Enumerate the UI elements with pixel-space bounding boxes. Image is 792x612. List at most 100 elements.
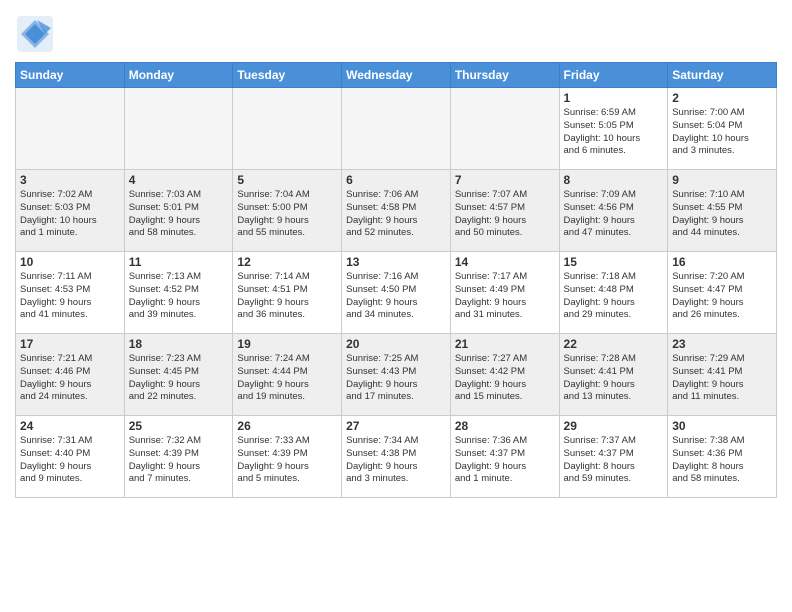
- day-number: 21: [455, 337, 555, 351]
- calendar-cell: [450, 88, 559, 170]
- calendar-cell: 13 Sunrise: 7:16 AM Sunset: 4:50 PM Dayli…: [342, 252, 451, 334]
- calendar-cell: 25 Sunrise: 7:32 AM Sunset: 4:39 PM Dayli…: [124, 416, 233, 498]
- calendar-cell: 15 Sunrise: 7:18 AM Sunset: 4:48 PM Dayli…: [559, 252, 668, 334]
- day-info: Sunrise: 7:29 AM Sunset: 4:41 PM Dayligh…: [672, 353, 772, 404]
- calendar-week-0: 1 Sunrise: 6:59 AM Sunset: 5:05 PM Daylig…: [16, 88, 777, 170]
- day-number: 28: [455, 419, 555, 433]
- day-number: 26: [237, 419, 337, 433]
- calendar-cell: 5 Sunrise: 7:04 AM Sunset: 5:00 PM Daylig…: [233, 170, 342, 252]
- calendar-cell: 27 Sunrise: 7:34 AM Sunset: 4:38 PM Dayli…: [342, 416, 451, 498]
- logo: [15, 14, 55, 54]
- day-info: Sunrise: 7:28 AM Sunset: 4:41 PM Dayligh…: [564, 353, 664, 404]
- day-info: Sunrise: 7:34 AM Sunset: 4:38 PM Dayligh…: [346, 435, 446, 486]
- day-number: 14: [455, 255, 555, 269]
- calendar-cell: 10 Sunrise: 7:11 AM Sunset: 4:53 PM Dayli…: [16, 252, 125, 334]
- day-number: 29: [564, 419, 664, 433]
- day-number: 19: [237, 337, 337, 351]
- calendar-cell: 24Sunrise: 7:31 AM Sunset: 4:40 PM Dayli…: [16, 416, 125, 498]
- day-info: Sunrise: 7:38 AM Sunset: 4:36 PM Dayligh…: [672, 435, 772, 486]
- day-info: Sunrise: 6:59 AM Sunset: 5:05 PM Dayligh…: [564, 107, 664, 158]
- calendar-cell: 16Sunrise: 7:20 AM Sunset: 4:47 PM Dayli…: [668, 252, 777, 334]
- day-info: Sunrise: 7:27 AM Sunset: 4:42 PM Dayligh…: [455, 353, 555, 404]
- calendar-week-3: 17 Sunrise: 7:21 AM Sunset: 4:46 PM Dayli…: [16, 334, 777, 416]
- header-saturday: Saturday: [668, 63, 777, 88]
- header-monday: Monday: [124, 63, 233, 88]
- calendar-cell: [342, 88, 451, 170]
- logo-icon: [15, 14, 55, 54]
- calendar-cell: 29 Sunrise: 7:37 AM Sunset: 4:37 PM Dayli…: [559, 416, 668, 498]
- calendar-week-4: 24Sunrise: 7:31 AM Sunset: 4:40 PM Dayli…: [16, 416, 777, 498]
- calendar-cell: 7Sunrise: 7:07 AM Sunset: 4:57 PM Daylig…: [450, 170, 559, 252]
- day-info: Sunrise: 7:33 AM Sunset: 4:39 PM Dayligh…: [237, 435, 337, 486]
- day-info: Sunrise: 7:06 AM Sunset: 4:58 PM Dayligh…: [346, 189, 446, 240]
- calendar-cell: 17 Sunrise: 7:21 AM Sunset: 4:46 PM Dayli…: [16, 334, 125, 416]
- calendar-week-1: 3Sunrise: 7:02 AM Sunset: 5:03 PM Daylig…: [16, 170, 777, 252]
- day-number: 24: [20, 419, 120, 433]
- calendar-cell: 9 Sunrise: 7:10 AM Sunset: 4:55 PM Daylig…: [668, 170, 777, 252]
- day-info: Sunrise: 7:04 AM Sunset: 5:00 PM Dayligh…: [237, 189, 337, 240]
- day-number: 13: [346, 255, 446, 269]
- day-number: 20: [346, 337, 446, 351]
- day-number: 17: [20, 337, 120, 351]
- page-container: SundayMondayTuesdayWednesdayThursdayFrid…: [0, 0, 792, 508]
- day-info: Sunrise: 7:23 AM Sunset: 4:45 PM Dayligh…: [129, 353, 229, 404]
- day-info: Sunrise: 7:00 AM Sunset: 5:04 PM Dayligh…: [672, 107, 772, 158]
- calendar-cell: 30 Sunrise: 7:38 AM Sunset: 4:36 PM Dayli…: [668, 416, 777, 498]
- calendar-cell: 23 Sunrise: 7:29 AM Sunset: 4:41 PM Dayli…: [668, 334, 777, 416]
- day-info: Sunrise: 7:32 AM Sunset: 4:39 PM Dayligh…: [129, 435, 229, 486]
- day-number: 10: [20, 255, 120, 269]
- day-number: 15: [564, 255, 664, 269]
- day-number: 27: [346, 419, 446, 433]
- day-number: 9: [672, 173, 772, 187]
- calendar-cell: 4Sunrise: 7:03 AM Sunset: 5:01 PM Daylig…: [124, 170, 233, 252]
- day-info: Sunrise: 7:17 AM Sunset: 4:49 PM Dayligh…: [455, 271, 555, 322]
- day-number: 4: [129, 173, 229, 187]
- calendar-cell: [124, 88, 233, 170]
- header-tuesday: Tuesday: [233, 63, 342, 88]
- calendar-cell: 20 Sunrise: 7:25 AM Sunset: 4:43 PM Dayli…: [342, 334, 451, 416]
- day-number: 5: [237, 173, 337, 187]
- day-number: 30: [672, 419, 772, 433]
- calendar-cell: 11Sunrise: 7:13 AM Sunset: 4:52 PM Dayli…: [124, 252, 233, 334]
- day-number: 8: [564, 173, 664, 187]
- calendar-cell: 3Sunrise: 7:02 AM Sunset: 5:03 PM Daylig…: [16, 170, 125, 252]
- calendar-header-row: SundayMondayTuesdayWednesdayThursdayFrid…: [16, 63, 777, 88]
- day-number: 11: [129, 255, 229, 269]
- header-thursday: Thursday: [450, 63, 559, 88]
- day-number: 25: [129, 419, 229, 433]
- day-number: 6: [346, 173, 446, 187]
- calendar-cell: 21 Sunrise: 7:27 AM Sunset: 4:42 PM Dayli…: [450, 334, 559, 416]
- day-number: 23: [672, 337, 772, 351]
- header-friday: Friday: [559, 63, 668, 88]
- calendar-cell: 19 Sunrise: 7:24 AM Sunset: 4:44 PM Dayli…: [233, 334, 342, 416]
- day-info: Sunrise: 7:11 AM Sunset: 4:53 PM Dayligh…: [20, 271, 120, 322]
- day-number: 16: [672, 255, 772, 269]
- header-sunday: Sunday: [16, 63, 125, 88]
- day-info: Sunrise: 7:10 AM Sunset: 4:55 PM Dayligh…: [672, 189, 772, 240]
- calendar-table: SundayMondayTuesdayWednesdayThursdayFrid…: [15, 62, 777, 498]
- day-info: Sunrise: 7:25 AM Sunset: 4:43 PM Dayligh…: [346, 353, 446, 404]
- calendar-week-2: 10 Sunrise: 7:11 AM Sunset: 4:53 PM Dayli…: [16, 252, 777, 334]
- calendar-cell: 22Sunrise: 7:28 AM Sunset: 4:41 PM Dayli…: [559, 334, 668, 416]
- calendar-cell: 18 Sunrise: 7:23 AM Sunset: 4:45 PM Dayli…: [124, 334, 233, 416]
- calendar-cell: 14 Sunrise: 7:17 AM Sunset: 4:49 PM Dayli…: [450, 252, 559, 334]
- day-info: Sunrise: 7:24 AM Sunset: 4:44 PM Dayligh…: [237, 353, 337, 404]
- day-info: Sunrise: 7:07 AM Sunset: 4:57 PM Dayligh…: [455, 189, 555, 240]
- header: [15, 10, 777, 54]
- calendar-cell: 28Sunrise: 7:36 AM Sunset: 4:37 PM Dayli…: [450, 416, 559, 498]
- day-number: 1: [564, 91, 664, 105]
- day-info: Sunrise: 7:21 AM Sunset: 4:46 PM Dayligh…: [20, 353, 120, 404]
- calendar-cell: 1 Sunrise: 6:59 AM Sunset: 5:05 PM Daylig…: [559, 88, 668, 170]
- day-info: Sunrise: 7:37 AM Sunset: 4:37 PM Dayligh…: [564, 435, 664, 486]
- calendar-cell: 12Sunrise: 7:14 AM Sunset: 4:51 PM Dayli…: [233, 252, 342, 334]
- day-info: Sunrise: 7:16 AM Sunset: 4:50 PM Dayligh…: [346, 271, 446, 322]
- header-wednesday: Wednesday: [342, 63, 451, 88]
- calendar-cell: 2Sunrise: 7:00 AM Sunset: 5:04 PM Daylig…: [668, 88, 777, 170]
- calendar-cell: 8 Sunrise: 7:09 AM Sunset: 4:56 PM Daylig…: [559, 170, 668, 252]
- day-info: Sunrise: 7:09 AM Sunset: 4:56 PM Dayligh…: [564, 189, 664, 240]
- day-info: Sunrise: 7:18 AM Sunset: 4:48 PM Dayligh…: [564, 271, 664, 322]
- day-info: Sunrise: 7:14 AM Sunset: 4:51 PM Dayligh…: [237, 271, 337, 322]
- day-info: Sunrise: 7:02 AM Sunset: 5:03 PM Dayligh…: [20, 189, 120, 240]
- calendar-cell: 6 Sunrise: 7:06 AM Sunset: 4:58 PM Daylig…: [342, 170, 451, 252]
- day-number: 18: [129, 337, 229, 351]
